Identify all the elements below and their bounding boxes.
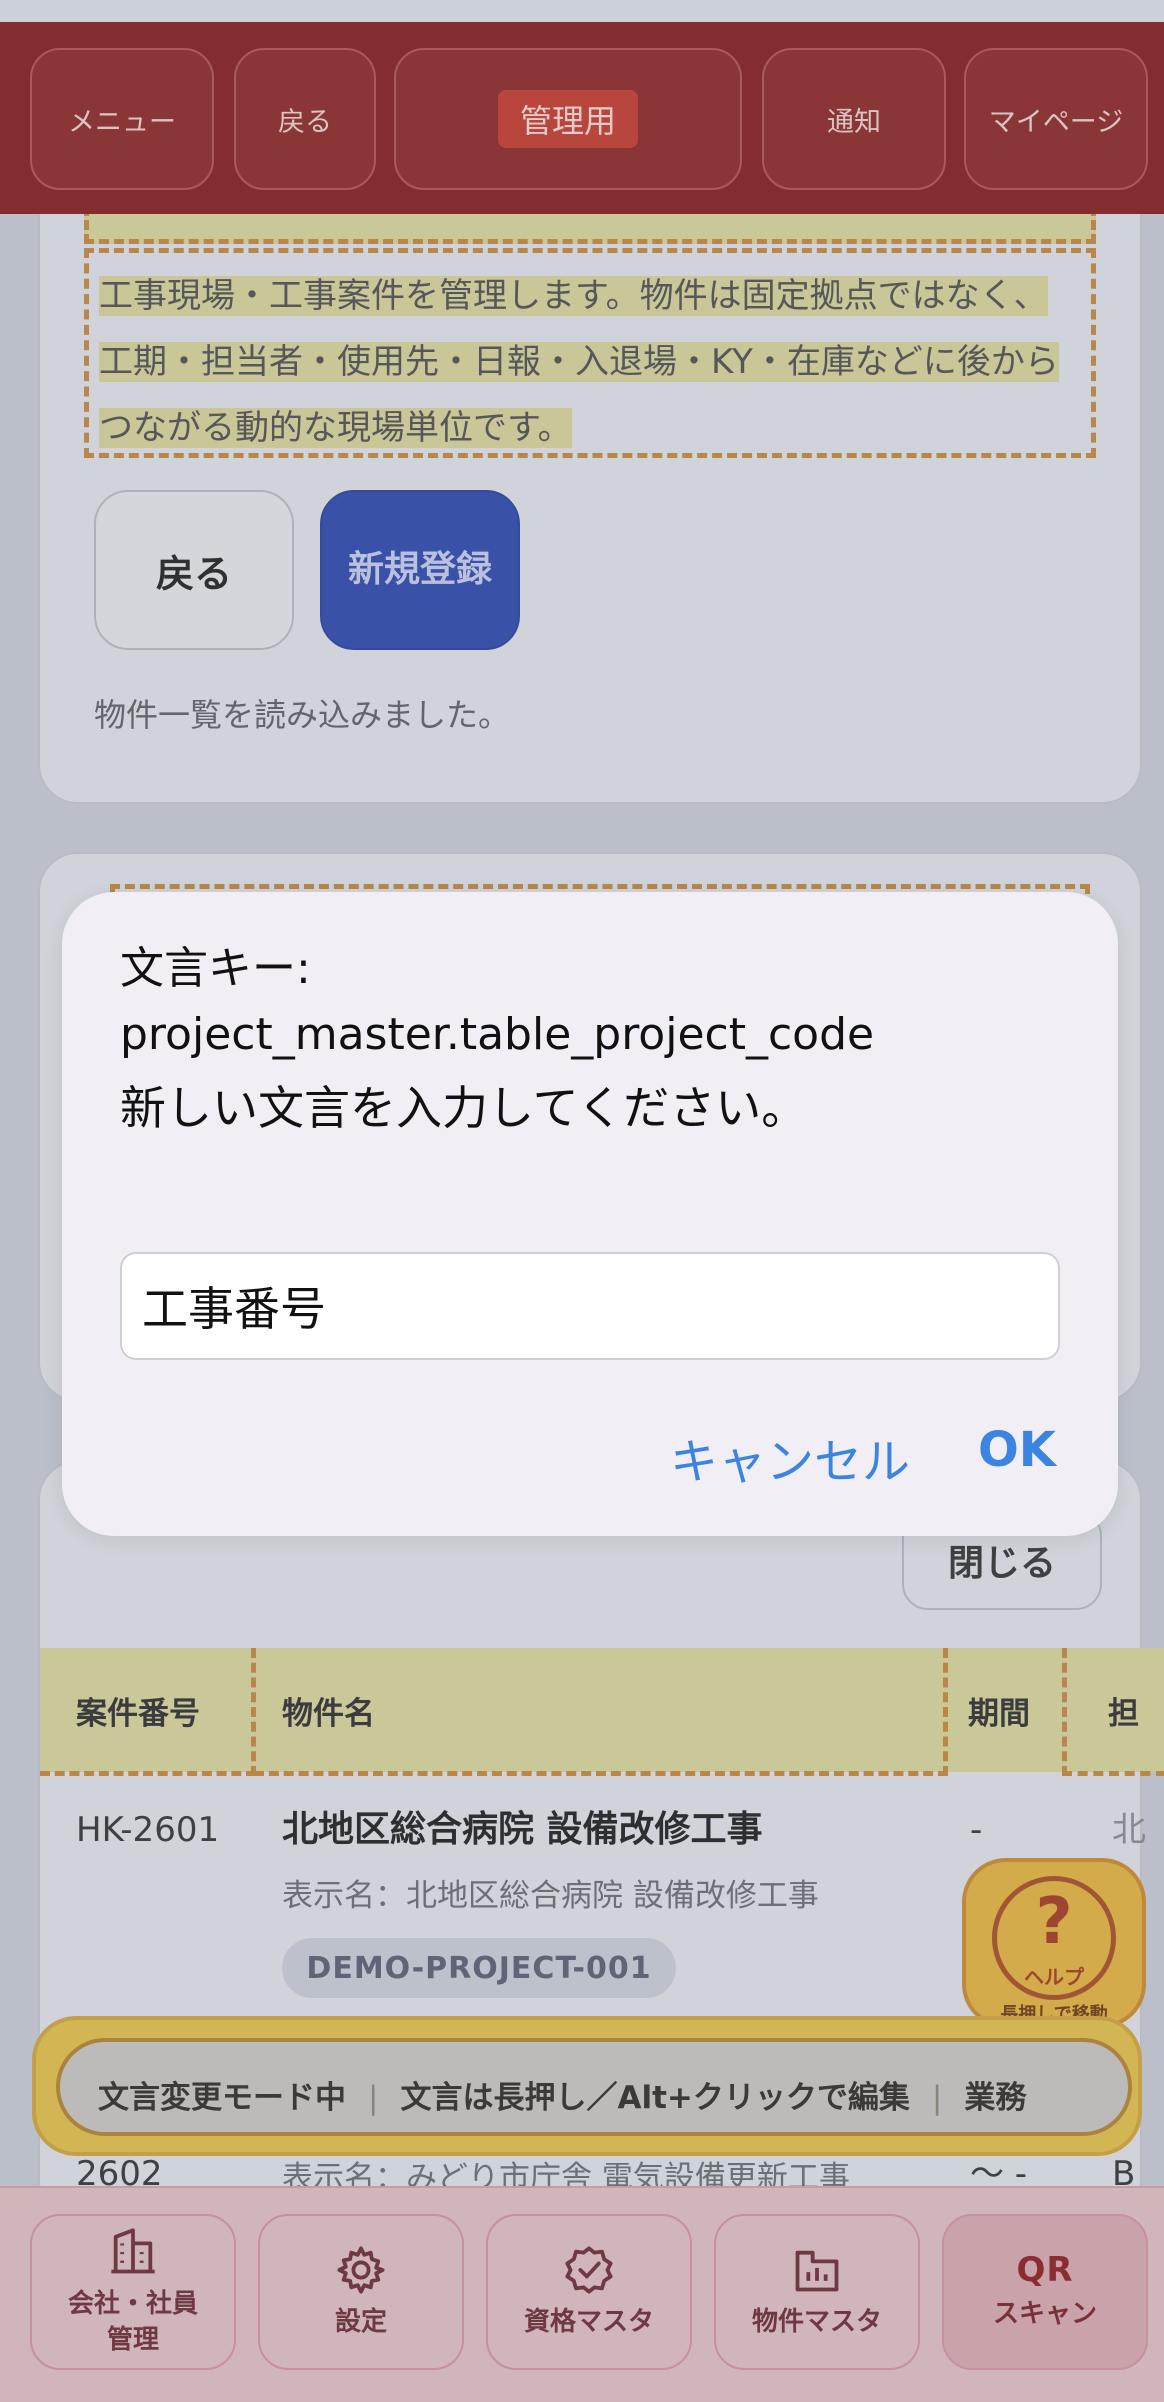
edit-text-dialog: 文言キー: project_master.table_project_code … [62,892,1118,1536]
dialog-message-key: 文言キー: project_master.table_project_code [120,936,874,1068]
cancel-button[interactable]: キャンセル [670,1422,910,1492]
ok-button[interactable]: OK [978,1422,1056,1478]
dialog-prompt: 新しい文言を入力してください。 [120,1081,808,1135]
message-key-label: 文言キー: [120,943,311,994]
new-text-input[interactable] [120,1252,1060,1360]
message-key-value: project_master.table_project_code [120,1009,875,1060]
